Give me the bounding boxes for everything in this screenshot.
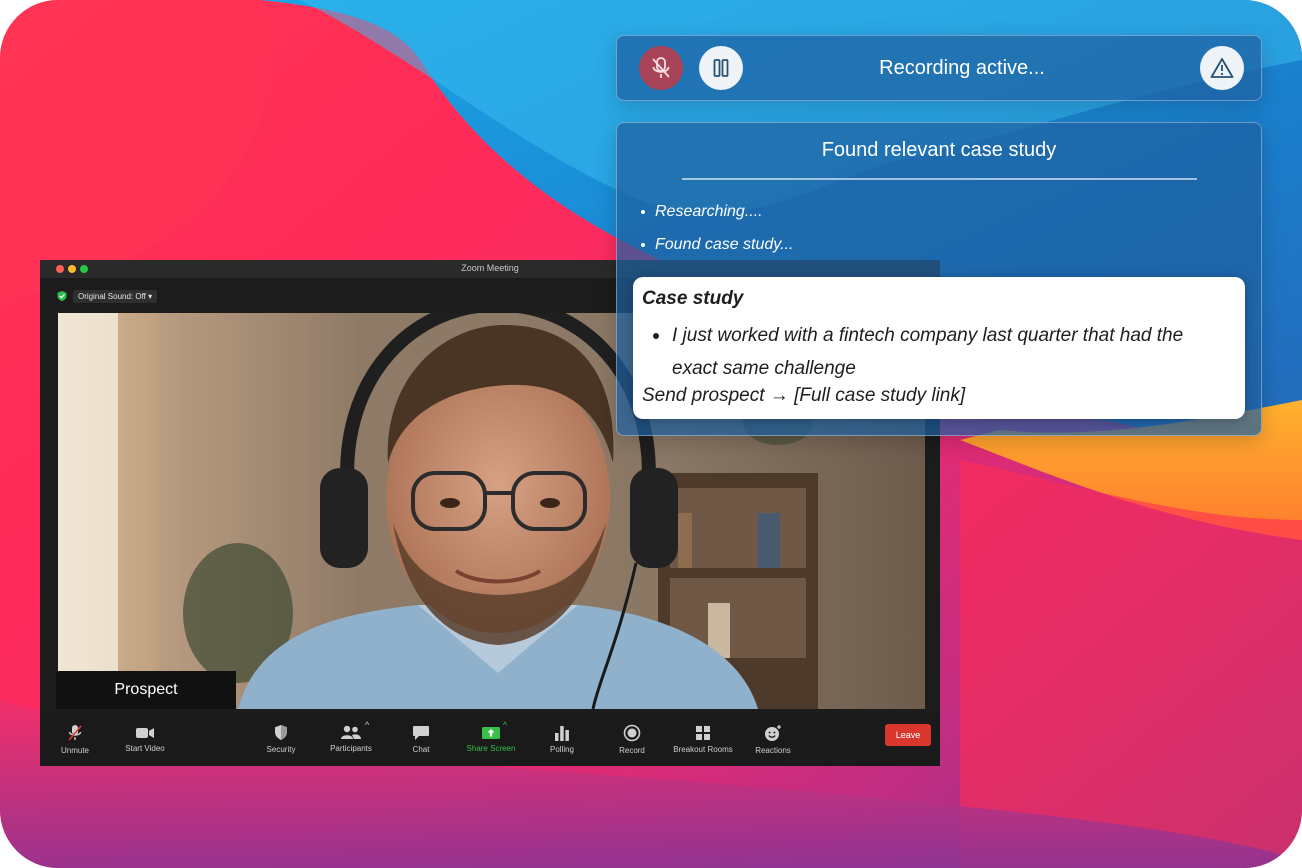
leave-button[interactable]: Leave xyxy=(885,724,931,746)
mic-off-icon xyxy=(652,57,670,78)
pause-icon xyxy=(713,59,729,77)
bullet-icon xyxy=(641,209,645,214)
poll-bars-icon xyxy=(555,725,569,741)
share-screen-button[interactable]: Share Screen xyxy=(464,712,518,766)
original-sound-label: Original Sound: Off xyxy=(78,291,146,301)
reactions-button[interactable]: Reactions xyxy=(750,712,796,766)
video-camera-icon xyxy=(136,727,154,738)
breakout-rooms-label: Breakout Rooms xyxy=(673,744,733,754)
chat-bubble-icon xyxy=(413,725,429,740)
zoom-toolbar: Unmute Start Video Security Participants… xyxy=(40,712,940,766)
chat-label: Chat xyxy=(412,744,430,754)
original-sound-row: Original Sound: Off ▾ xyxy=(56,289,158,303)
unmute-button[interactable]: Unmute xyxy=(54,712,96,766)
bullet-icon xyxy=(653,333,659,339)
security-label: Security xyxy=(266,745,296,754)
panel-title: Found relevant case study xyxy=(821,139,1057,161)
mic-muted-icon xyxy=(68,724,82,741)
recording-status: Recording active... xyxy=(879,57,1045,79)
participants-label: Participants xyxy=(330,744,372,753)
shield-check-icon xyxy=(57,291,67,301)
polling-label: Polling xyxy=(549,744,574,754)
progress-item: Found case study... xyxy=(641,236,793,254)
panel-divider xyxy=(682,178,1197,180)
warning-button[interactable] xyxy=(1200,46,1244,90)
reactions-label: Reactions xyxy=(755,745,791,755)
warning-icon xyxy=(1210,58,1234,78)
security-shield-icon xyxy=(275,725,287,740)
pause-button[interactable] xyxy=(699,46,743,90)
chat-button[interactable]: Chat xyxy=(406,712,436,766)
polling-button[interactable]: Polling xyxy=(544,712,580,766)
participant-name-tag: Prospect xyxy=(56,671,236,709)
record-label: Record xyxy=(619,745,645,755)
progress-text: Researching.... xyxy=(655,203,763,220)
original-sound-dropdown[interactable]: Original Sound: Off ▾ xyxy=(73,289,158,303)
mute-toggle-button[interactable] xyxy=(639,46,683,90)
share-screen-caret-icon[interactable]: ^ xyxy=(503,720,507,730)
breakout-rooms-button[interactable]: Breakout Rooms xyxy=(668,712,738,766)
progress-item: Researching.... xyxy=(641,203,763,221)
case-study-card: Case study I just worked with a fintech … xyxy=(633,277,1245,419)
share-screen-label: Share Screen xyxy=(466,743,516,753)
bullet-icon xyxy=(641,242,645,247)
case-study-bullet: I just worked with a fintech company las… xyxy=(653,319,1228,385)
recording-bar: Recording active... xyxy=(616,35,1262,101)
start-video-button[interactable]: Start Video xyxy=(120,712,170,766)
participants-icon xyxy=(341,725,361,739)
start-video-label: Start Video xyxy=(125,743,165,753)
share-screen-icon xyxy=(482,726,500,739)
participants-caret-icon[interactable]: ^ xyxy=(365,720,369,730)
case-study-text: I just worked with a fintech company las… xyxy=(672,325,1184,379)
breakout-grid-icon xyxy=(696,725,710,740)
progress-text: Found case study... xyxy=(655,236,794,253)
desktop: Zoom Meeting Original Sound: Off ▾ Prosp… xyxy=(0,0,1302,868)
case-study-heading: Case study xyxy=(642,288,744,309)
smiley-plus-icon xyxy=(765,724,781,741)
send-case-study-link[interactable]: Send prospect → [Full case study link] xyxy=(642,385,965,407)
record-button[interactable]: Record xyxy=(614,712,650,766)
unmute-label: Unmute xyxy=(60,745,89,755)
record-icon xyxy=(623,724,641,741)
security-button[interactable]: Security xyxy=(262,712,300,766)
